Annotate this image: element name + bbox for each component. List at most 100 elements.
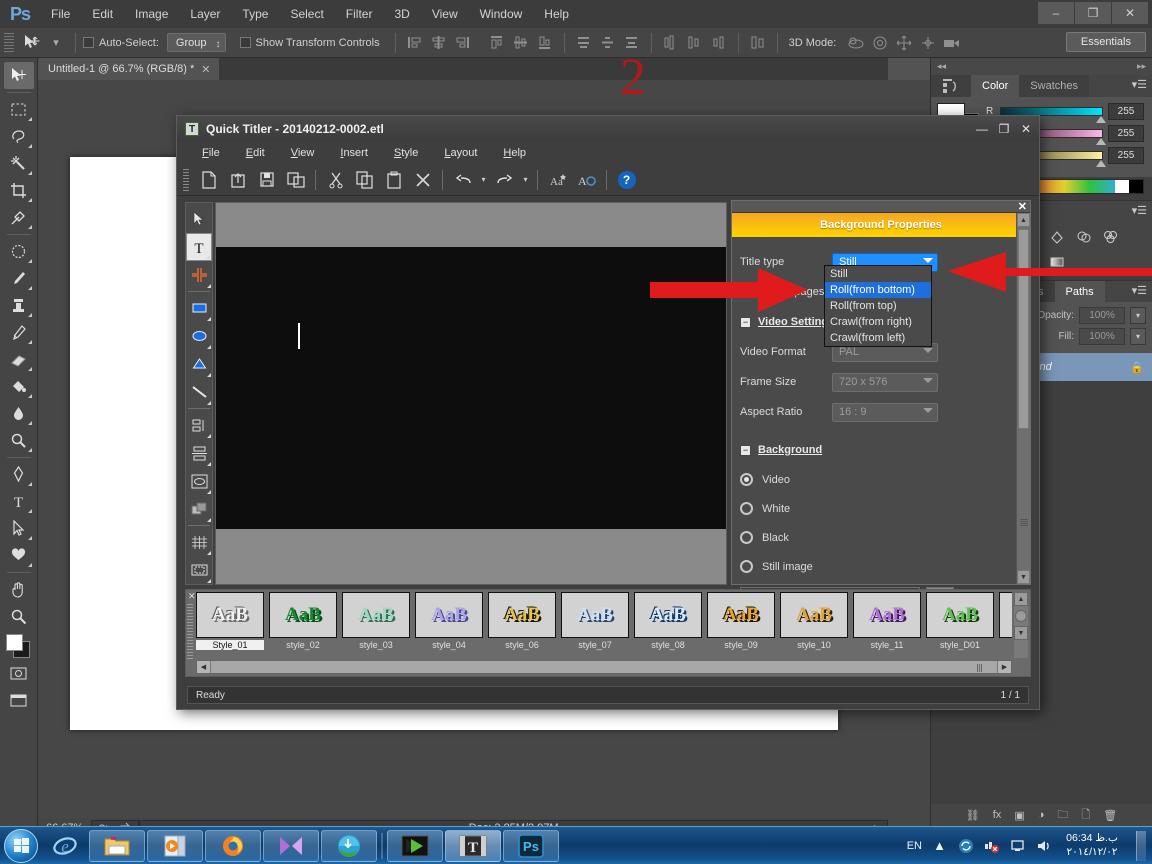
properties-topbar[interactable]: ✕ bbox=[732, 201, 1030, 213]
close-icon[interactable]: ✕ bbox=[188, 591, 196, 602]
scroll-up-button[interactable]: ▲ bbox=[1017, 213, 1030, 227]
ellipse-tool-icon[interactable] bbox=[186, 322, 212, 350]
tool-screen-mode[interactable] bbox=[4, 687, 34, 714]
fill-chevron-icon[interactable]: ▾ bbox=[1130, 328, 1146, 345]
3d-rotate-icon[interactable] bbox=[844, 32, 868, 54]
menu-select[interactable]: Select bbox=[279, 0, 334, 28]
redo-icon[interactable] bbox=[490, 167, 519, 193]
align-vertical-centers-icon[interactable] bbox=[509, 32, 533, 54]
background-section[interactable]: − Background bbox=[740, 435, 1016, 465]
layer-mask-icon[interactable]: ▣ bbox=[1014, 809, 1024, 822]
open-file-icon[interactable] bbox=[223, 167, 252, 193]
menu-edit[interactable]: Edit bbox=[81, 0, 124, 28]
menu-view[interactable]: View bbox=[421, 0, 469, 28]
tool-blur[interactable] bbox=[4, 400, 34, 427]
distribute-top-edges-icon[interactable] bbox=[572, 32, 596, 54]
auto-select-checkbox[interactable] bbox=[83, 37, 94, 48]
radio-button[interactable] bbox=[740, 502, 753, 515]
radio-background-black[interactable]: Black bbox=[740, 523, 1016, 552]
workspace-selector[interactable]: Essentials bbox=[1065, 32, 1146, 52]
show-desktop-button[interactable] bbox=[1136, 830, 1146, 861]
close-icon[interactable]: ✕ bbox=[1018, 200, 1027, 213]
collapse-left-icon[interactable]: ◂◂ bbox=[937, 61, 946, 72]
collapse-right-icon[interactable]: ▸▸ bbox=[1137, 61, 1146, 72]
quick-titler-window[interactable]: T Quick Titler - 20140212-0002.etl — ❐ ✕… bbox=[176, 115, 1040, 710]
tool-eyedropper[interactable] bbox=[4, 204, 34, 231]
language-indicator[interactable]: EN bbox=[907, 840, 922, 852]
tool-paint-bucket[interactable] bbox=[4, 373, 34, 400]
radio-background-white[interactable]: White bbox=[740, 494, 1016, 523]
style-item[interactable]: AaB style_06 bbox=[488, 592, 556, 658]
qt-menu-help[interactable]: Help bbox=[490, 142, 539, 164]
rectangle-tool-icon[interactable] bbox=[186, 294, 212, 322]
fill-value[interactable]: 100% bbox=[1079, 328, 1125, 345]
foreground-background-colors[interactable] bbox=[5, 634, 33, 660]
style-thumbnail[interactable]: AaB bbox=[780, 592, 848, 638]
qt-menu-file[interactable]: File bbox=[189, 142, 233, 164]
new-group-icon[interactable]: 🗀 bbox=[1057, 806, 1068, 825]
minimize-button[interactable]: — bbox=[971, 119, 993, 139]
pointer-tool-icon[interactable] bbox=[186, 205, 212, 233]
panel-menu-icon[interactable]: ▾☰ bbox=[1132, 80, 1147, 91]
menu-filter[interactable]: Filter bbox=[335, 0, 384, 28]
help-icon[interactable]: ? bbox=[612, 167, 641, 193]
tab-swatches[interactable]: Swatches bbox=[1019, 75, 1089, 97]
taskbar-file-explorer-icon[interactable] bbox=[89, 829, 145, 862]
chevron-down-icon[interactable] bbox=[923, 407, 933, 413]
document-tab[interactable]: Untitled-1 @ 66.7% (RGB/8) * ✕ bbox=[38, 58, 219, 80]
text-tool-icon[interactable]: T bbox=[186, 233, 212, 261]
fit-object-tool-icon[interactable] bbox=[186, 467, 212, 495]
toolbar-grip[interactable] bbox=[183, 168, 189, 191]
close-icon[interactable]: ✕ bbox=[201, 63, 210, 76]
dock-collapse-bar[interactable]: ◂◂ ▸▸ bbox=[931, 58, 1152, 75]
taskbar-firefox-icon[interactable] bbox=[205, 829, 261, 862]
foreground-color-swatch[interactable] bbox=[5, 634, 23, 651]
style-gallery-vertical-scrollbar[interactable]: ▲ ▼ bbox=[1014, 592, 1028, 658]
menu-image[interactable]: Image bbox=[124, 0, 179, 28]
paste-icon[interactable] bbox=[379, 167, 408, 193]
align-top-edges-icon[interactable] bbox=[485, 32, 509, 54]
style-item[interactable]: AaB Style_01 bbox=[196, 592, 264, 658]
align-vertical-tool-icon[interactable] bbox=[186, 439, 212, 467]
radio-button[interactable] bbox=[740, 473, 753, 486]
arrange-layers-tool-icon[interactable] bbox=[186, 495, 212, 523]
scrollbar-thumb[interactable] bbox=[1018, 229, 1029, 429]
style-thumbnail[interactable]: AaB bbox=[342, 592, 410, 638]
start-orb-icon[interactable] bbox=[4, 828, 38, 863]
titler-video-preview[interactable] bbox=[216, 247, 726, 529]
collapse-toggle-icon[interactable]: − bbox=[740, 444, 751, 456]
title-type-dropdown-list[interactable]: Still Roll(from bottom) Roll(from top) C… bbox=[824, 265, 932, 347]
triangle-tool-icon[interactable] bbox=[186, 350, 212, 378]
chevron-up-icon[interactable]: ▲ bbox=[931, 837, 948, 854]
hue-saturation-icon[interactable] bbox=[1074, 228, 1094, 246]
menu-window[interactable]: Window bbox=[469, 0, 534, 28]
find-text-icon[interactable]: A bbox=[572, 167, 601, 193]
opacity-chevron-icon[interactable]: ▾ bbox=[1130, 306, 1146, 324]
aspect-ratio-dropdown[interactable]: 16 : 9 bbox=[832, 402, 938, 422]
menu-type[interactable]: Type bbox=[231, 0, 279, 28]
close-button[interactable]: ✕ bbox=[1112, 2, 1148, 24]
3d-camera-icon[interactable] bbox=[940, 32, 964, 54]
style-thumbnail[interactable]: AaB bbox=[269, 592, 337, 638]
copy-icon[interactable] bbox=[350, 167, 379, 193]
distribute-right-edges-icon[interactable] bbox=[707, 32, 731, 54]
channel-value-b[interactable]: 255 bbox=[1108, 147, 1144, 164]
qt-menu-edit[interactable]: Edit bbox=[233, 142, 278, 164]
align-left-tool-icon[interactable] bbox=[186, 411, 212, 439]
tool-lasso[interactable] bbox=[4, 123, 34, 150]
tool-zoom[interactable] bbox=[4, 603, 34, 630]
chevron-down-icon[interactable] bbox=[923, 257, 933, 263]
qt-menu-view[interactable]: View bbox=[278, 142, 328, 164]
undo-history-chevron-icon[interactable]: ▾ bbox=[477, 167, 490, 193]
titler-canvas[interactable] bbox=[215, 202, 727, 585]
qt-menu-style[interactable]: Style bbox=[381, 142, 431, 164]
panel-menu-icon[interactable]: ▾☰ bbox=[1132, 206, 1147, 217]
tab-paths[interactable]: Paths bbox=[1054, 281, 1105, 302]
save-file-icon[interactable] bbox=[252, 167, 281, 193]
tool-quick-mask[interactable] bbox=[4, 660, 34, 687]
sync-center-icon[interactable] bbox=[957, 837, 974, 854]
safe-area-tool-icon[interactable] bbox=[186, 556, 212, 584]
align-left-edges-icon[interactable] bbox=[403, 32, 427, 54]
white-chip[interactable] bbox=[1115, 180, 1129, 193]
panel-menu-icon[interactable]: ▾☰ bbox=[1132, 286, 1147, 297]
